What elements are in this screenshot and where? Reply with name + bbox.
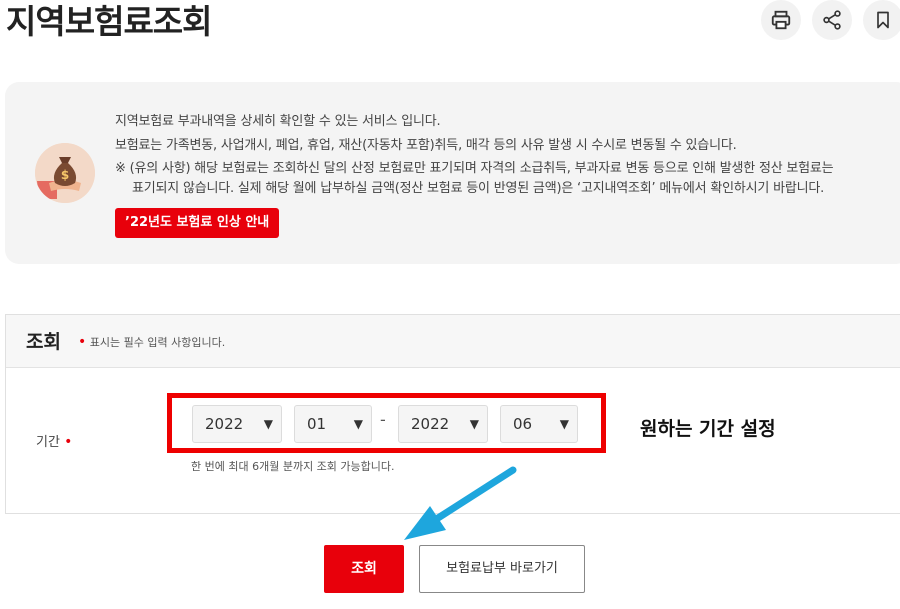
search-button[interactable]: 조회 <box>324 545 404 593</box>
premium-payment-shortcut-button[interactable]: 보험료납부 바로가기 <box>419 545 585 593</box>
annotation-arrow <box>404 466 517 540</box>
